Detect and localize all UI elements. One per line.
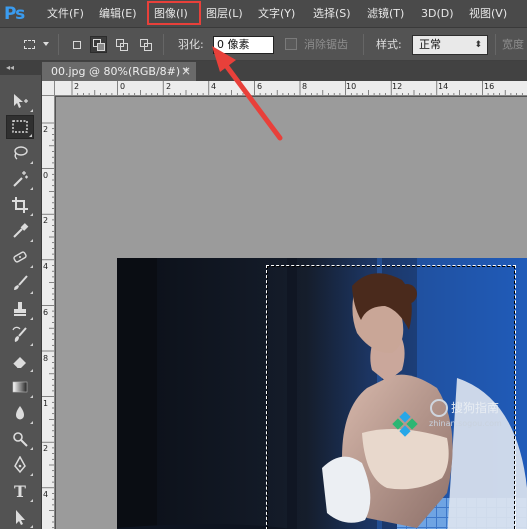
subtract-from-selection-button[interactable]	[113, 36, 130, 53]
style-select-value: 正常	[419, 38, 441, 51]
options-divider	[163, 34, 164, 55]
select-arrows-icon: ⬍	[474, 40, 482, 50]
close-icon[interactable]: ×	[181, 62, 191, 81]
ruler-label: 4	[43, 262, 49, 271]
antialias-label: 消除锯齿	[304, 38, 348, 51]
ruler-label: 16	[484, 82, 495, 91]
ruler-label: 4	[43, 490, 49, 499]
crop-icon[interactable]	[6, 193, 34, 217]
width-label: 宽度	[502, 38, 524, 51]
ruler-origin[interactable]	[42, 81, 55, 96]
horizontal-ruler[interactable]: 2 0 2 4 6 8 10 12 14 16	[55, 81, 527, 96]
menu-layer[interactable]: 图层(L)	[206, 0, 243, 28]
menu-edit[interactable]: 编辑(E)	[99, 0, 137, 28]
toolbox-header[interactable]: ◂◂	[0, 61, 42, 75]
ruler-label: 2	[43, 444, 49, 453]
subtract-selection-icon-b	[120, 43, 128, 51]
intersect-selection-button[interactable]	[137, 36, 154, 53]
intersect-selection-icon-b	[144, 43, 152, 51]
sogou-watermark: 搜狗指南 zhinan.sogou.com	[375, 372, 527, 472]
gradient-icon[interactable]	[6, 375, 34, 399]
vertical-ruler[interactable]: 2 0 2 4 6 8 1 2 4	[42, 96, 55, 529]
path-selection-icon[interactable]	[6, 505, 34, 529]
ruler-label: 8	[43, 354, 49, 363]
ruler-label: 2	[43, 216, 49, 225]
collapse-icon[interactable]: ◂◂	[6, 61, 14, 75]
eyedropper-icon[interactable]	[6, 219, 34, 243]
brush-icon[interactable]	[6, 271, 34, 295]
watermark-subtext: zhinan.sogou.com	[429, 419, 502, 428]
magic-wand-icon[interactable]	[6, 167, 34, 191]
menu-select[interactable]: 选择(S)	[313, 0, 351, 28]
options-divider	[58, 34, 59, 55]
ruler-label: 2	[43, 125, 49, 134]
menu-view[interactable]: 视图(V)	[469, 0, 507, 28]
menu-bar: Ps 文件(F) 编辑(E) 图像(I) 图层(L) 文字(Y) 选择(S) 滤…	[0, 0, 527, 28]
document-tab[interactable]: 00.jpg @ 80%(RGB/8#) * ×	[42, 62, 196, 81]
photoshop-logo: Ps	[4, 4, 25, 24]
menu-file[interactable]: 文件(F)	[47, 0, 84, 28]
tool-preset-picker[interactable]	[20, 36, 37, 53]
clone-stamp-icon[interactable]	[6, 297, 34, 321]
options-divider	[363, 34, 364, 55]
move-icon[interactable]	[6, 89, 34, 113]
marquee-preset-icon	[24, 40, 35, 49]
type-icon[interactable]: T	[6, 479, 34, 503]
ruler-label: 1	[43, 399, 49, 408]
red-arrow-annotation	[212, 46, 283, 141]
ruler-label: 6	[43, 308, 49, 317]
menu-type[interactable]: 文字(Y)	[258, 0, 295, 28]
ruler-label: 2	[166, 82, 172, 91]
dodge-icon[interactable]	[6, 427, 34, 451]
menu-filter[interactable]: 滤镜(T)	[367, 0, 404, 28]
menu-3d[interactable]: 3D(D)	[421, 0, 454, 28]
toolbox: ◂◂ T	[0, 61, 42, 529]
lasso-icon[interactable]	[6, 141, 34, 165]
ruler-label: 14	[438, 82, 449, 91]
new-selection-button[interactable]	[68, 36, 85, 53]
add-selection-icon-b	[97, 43, 105, 51]
ruler-ticks	[71, 81, 523, 95]
pen-icon[interactable]	[6, 453, 34, 477]
ruler-label: 8	[302, 82, 308, 91]
chevron-down-icon[interactable]	[43, 42, 49, 46]
menu-image-highlight-box	[147, 1, 201, 25]
style-label: 样式:	[376, 38, 402, 51]
options-divider	[495, 34, 496, 55]
ruler-label: 2	[74, 82, 80, 91]
healing-brush-icon[interactable]	[6, 245, 34, 269]
ruler-label: 0	[43, 171, 49, 180]
ruler-label: 12	[392, 82, 403, 91]
blur-icon[interactable]	[6, 401, 34, 425]
photoshop-window: Ps 文件(F) 编辑(E) 图像(I) 图层(L) 文字(Y) 选择(S) 滤…	[0, 0, 527, 529]
eraser-icon[interactable]	[6, 349, 34, 373]
ruler-label: 0	[120, 82, 126, 91]
document-tab-title: 00.jpg @ 80%(RGB/8#) *	[51, 65, 190, 78]
history-brush-icon[interactable]	[6, 323, 34, 347]
ruler-label: 10	[346, 82, 357, 91]
rectangular-marquee-icon[interactable]	[6, 115, 34, 139]
style-select[interactable]: 正常 ⬍	[412, 35, 488, 55]
watermark-text: 搜狗指南	[451, 401, 500, 415]
add-to-selection-button[interactable]	[90, 36, 107, 53]
new-selection-icon	[73, 41, 81, 49]
